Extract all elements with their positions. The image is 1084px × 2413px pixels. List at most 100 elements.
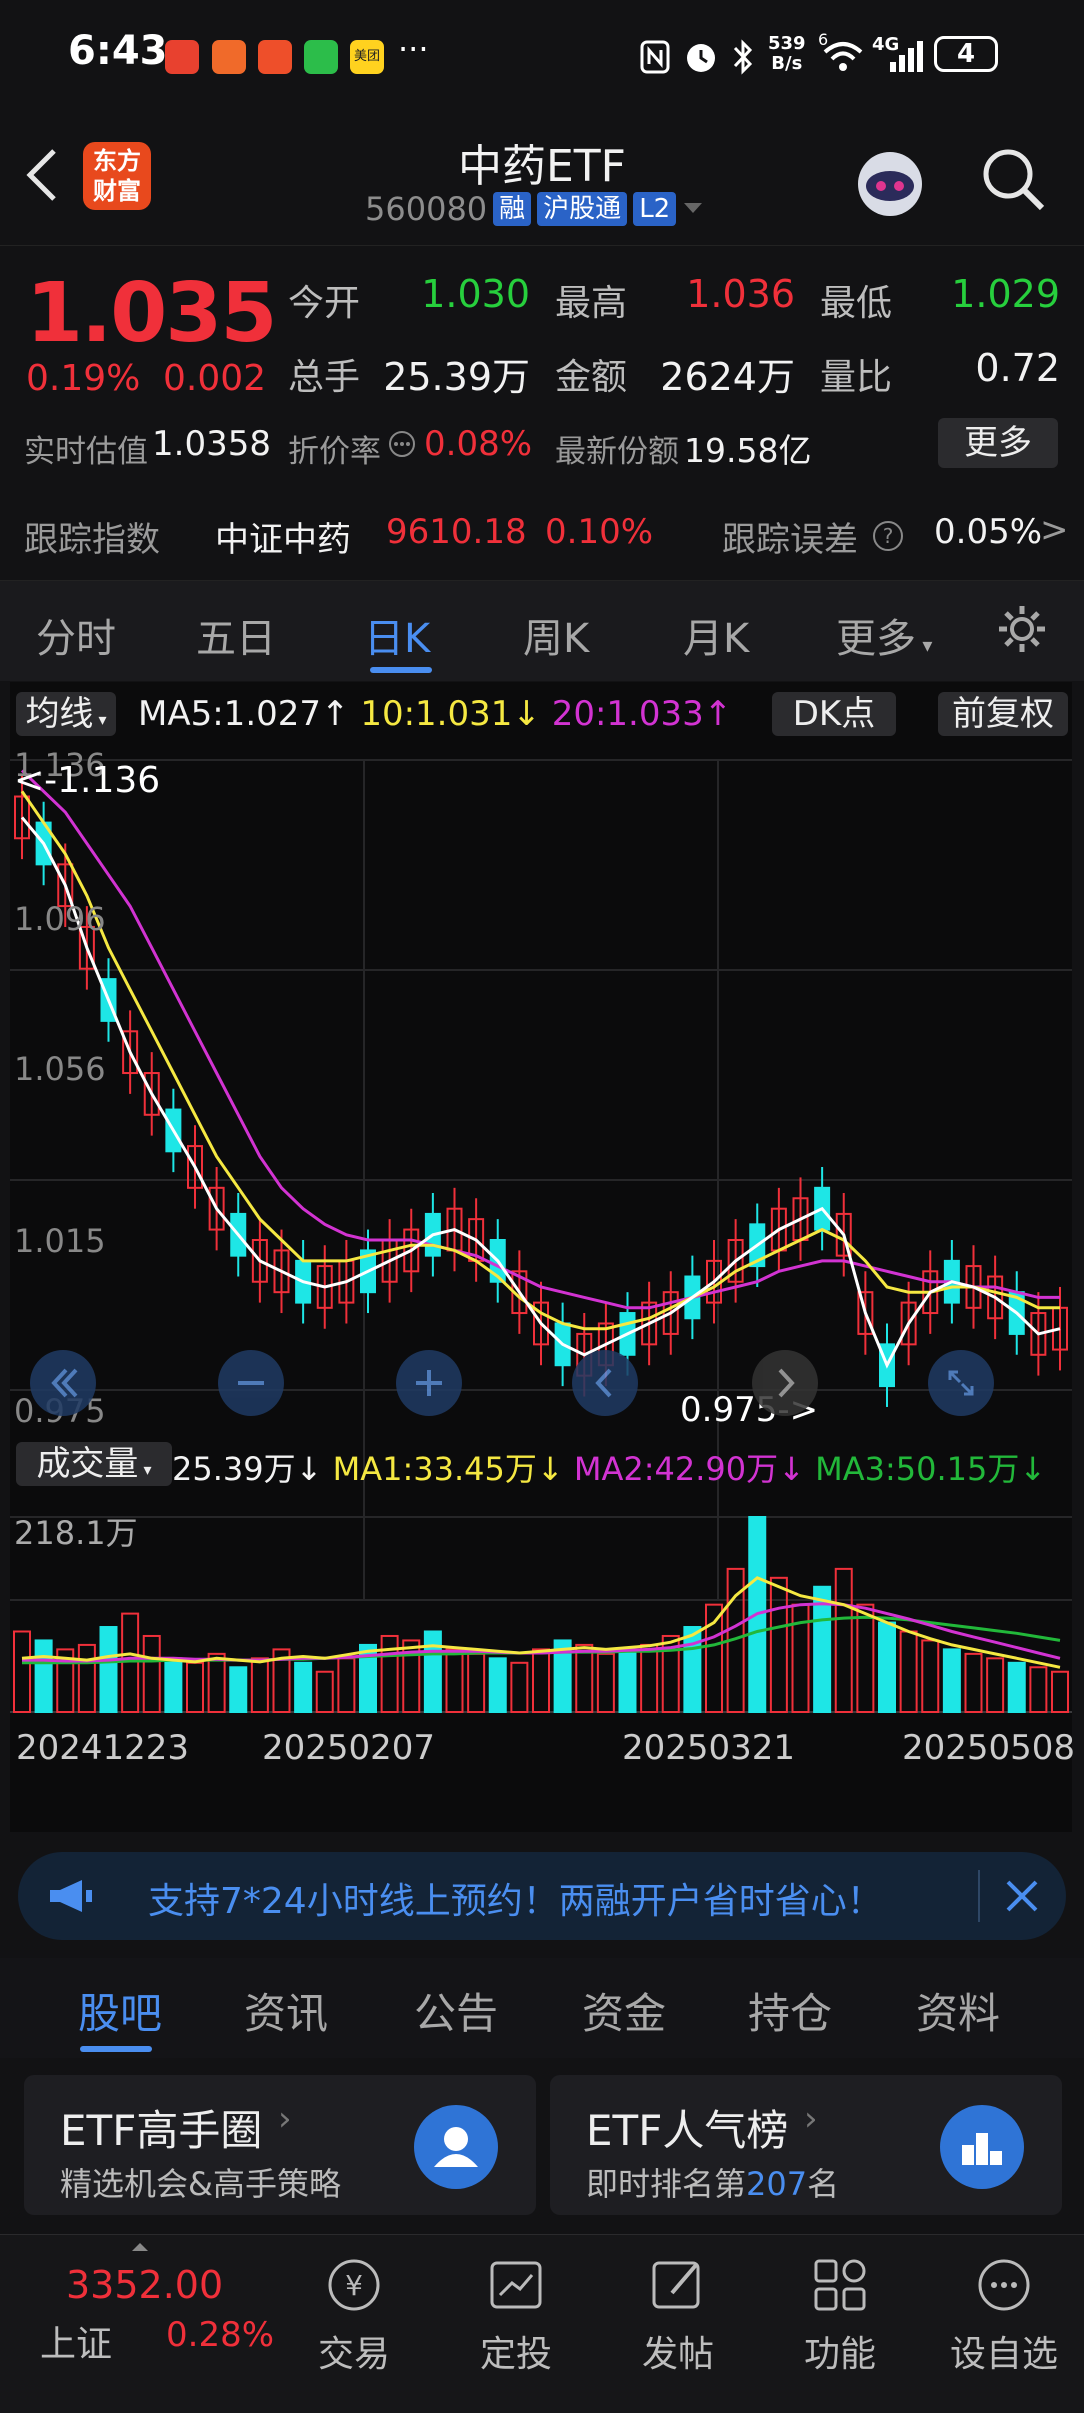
ma-selector[interactable]: 均线 ▾ bbox=[16, 692, 116, 736]
nav-add-watchlist[interactable]: 设自选 bbox=[944, 2253, 1064, 2377]
volume-plot[interactable] bbox=[10, 1497, 1072, 1722]
volume-bar bbox=[164, 1657, 183, 1713]
people-icon bbox=[414, 2105, 498, 2189]
volume-bar bbox=[142, 1634, 161, 1714]
scroll-right-button[interactable] bbox=[752, 1350, 818, 1416]
podium-icon bbox=[940, 2105, 1024, 2189]
volume-bar bbox=[683, 1626, 702, 1713]
volume-bar bbox=[532, 1648, 550, 1713]
etf-popularity-card[interactable]: ETF人气榜 › 即时排名第207名 bbox=[550, 2075, 1062, 2215]
tab-weekly-k[interactable]: 周K bbox=[523, 606, 589, 664]
tab-intraday[interactable]: 分时 bbox=[36, 606, 116, 664]
nav-fixed-invest[interactable]: 定投 bbox=[456, 2253, 576, 2377]
ma20-legend: 20:1.033 bbox=[551, 694, 704, 734]
volume-bar bbox=[596, 1652, 615, 1714]
tab-announcements[interactable]: 公告 bbox=[414, 1980, 498, 2041]
volume-bar bbox=[423, 1630, 442, 1713]
volume-bar bbox=[380, 1634, 399, 1714]
zoom-in-button[interactable] bbox=[396, 1350, 462, 1416]
volume-bar bbox=[294, 1661, 313, 1713]
tab-forum[interactable]: 股吧 bbox=[78, 1980, 162, 2041]
wechat-icon bbox=[304, 40, 338, 74]
nav-features[interactable]: 功能 bbox=[780, 2253, 900, 2377]
candlestick-plot[interactable] bbox=[10, 742, 1072, 1622]
active-tab-indicator bbox=[80, 2046, 152, 2052]
tab-profile[interactable]: 资料 bbox=[916, 1980, 1000, 2041]
kline-chart[interactable]: 均线 ▾ MA5:1.027↑ 10:1.031↓ 20:1.033↑ DK点 … bbox=[10, 682, 1075, 1832]
volume-bar bbox=[250, 1657, 269, 1713]
volume-value: 25.39万 bbox=[383, 355, 530, 399]
volume-bar bbox=[186, 1661, 204, 1713]
market-index-ticker[interactable]: 3352.00 上证 0.28% bbox=[0, 2235, 274, 2413]
volume-bar bbox=[834, 1567, 853, 1713]
tracking-index-name: 中证中药 bbox=[215, 520, 351, 560]
volume-bar bbox=[315, 1670, 334, 1714]
more-notifications-icon: ··· bbox=[398, 30, 429, 68]
tab-funds[interactable]: 资金 bbox=[582, 1980, 666, 2041]
premium-value: 0.08% bbox=[424, 424, 533, 464]
ma10-line bbox=[20, 790, 1060, 1331]
volume-bar bbox=[337, 1657, 356, 1713]
adjust-price-button[interactable]: 前复权 bbox=[938, 692, 1068, 736]
volume-bar bbox=[13, 1630, 31, 1713]
vol-ma3-line bbox=[22, 1615, 1061, 1665]
tab-monthly-k[interactable]: 月K bbox=[683, 606, 749, 664]
notification-app-icon bbox=[212, 40, 246, 74]
tab-news[interactable]: 资讯 bbox=[244, 1980, 328, 2041]
volume-bar bbox=[856, 1603, 875, 1713]
vol-ratio-value: 0.72 bbox=[975, 346, 1060, 390]
fullscreen-button[interactable] bbox=[928, 1350, 994, 1416]
volume-legend: 25.39万↓ MA1:33.45万↓ MA2:42.90万↓ MA3:50.1… bbox=[172, 1450, 1047, 1488]
volume-bar bbox=[575, 1643, 594, 1713]
settings-gear-icon[interactable] bbox=[996, 603, 1048, 655]
dk-point-button[interactable]: DK点 bbox=[772, 692, 896, 736]
max-price-marker: <-1.136 bbox=[14, 760, 161, 801]
vol-ma1: MA1:33.45万 bbox=[332, 1450, 537, 1488]
zoom-out-button[interactable] bbox=[218, 1350, 284, 1416]
shares-value: 19.58亿 bbox=[684, 431, 812, 470]
nav-trade[interactable]: ¥ 交易 bbox=[294, 2253, 414, 2377]
svg-text:¥: ¥ bbox=[345, 2269, 363, 2302]
open-value: 1.030 bbox=[421, 272, 530, 316]
price-tick: 1.096 bbox=[14, 900, 106, 938]
premium-label: 折价率 bbox=[288, 434, 381, 470]
nav-post[interactable]: 发帖 bbox=[618, 2253, 738, 2377]
date-axis: 20241223 20250207 20250321 20250508 bbox=[10, 1728, 1075, 1778]
megaphone-icon bbox=[50, 1880, 92, 1912]
volume-bar bbox=[769, 1576, 788, 1714]
tracking-row[interactable]: 跟踪指数 中证中药 9610.18 0.10% 跟踪误差 ? 0.05% > bbox=[0, 490, 1084, 580]
margin-tag: 融 bbox=[493, 192, 532, 226]
promo-banner[interactable]: 支持7*24小时线上预约！两融开户省时省心！ bbox=[18, 1852, 1066, 1940]
volume-bar bbox=[34, 1639, 53, 1713]
tab-more[interactable]: 更多 ▾ bbox=[836, 606, 932, 664]
scroll-left-fast-button[interactable] bbox=[30, 1350, 96, 1416]
amount-value: 2624万 bbox=[660, 355, 795, 399]
volume-bar bbox=[640, 1643, 659, 1713]
volume-indicator-selector[interactable]: 成交量 ▾ bbox=[16, 1442, 172, 1486]
help-icon[interactable]: ? bbox=[872, 520, 904, 552]
stock-code-row[interactable]: 560080 融 沪股通 L2 bbox=[365, 190, 704, 228]
search-icon[interactable] bbox=[980, 146, 1046, 212]
vol-ma2: MA2:42.90万 bbox=[573, 1450, 779, 1488]
edit-post-icon bbox=[652, 2261, 700, 2309]
volume-bar bbox=[618, 1648, 637, 1713]
tab-five-day[interactable]: 五日 bbox=[196, 606, 276, 664]
alarm-icon bbox=[687, 44, 715, 72]
volume-bar bbox=[986, 1657, 1005, 1713]
scroll-left-button[interactable] bbox=[572, 1350, 638, 1416]
tab-holdings[interactable]: 持仓 bbox=[748, 1980, 832, 2041]
dropdown-icon bbox=[684, 203, 703, 213]
close-icon[interactable] bbox=[1004, 1878, 1040, 1914]
bottom-nav: 3352.00 上证 0.28% ¥ 交易 定投 发帖 功能 设自选 bbox=[0, 2234, 1084, 2413]
nfc-icon bbox=[640, 40, 670, 74]
wifi-icon bbox=[823, 42, 863, 71]
more-button[interactable]: 更多 bbox=[938, 418, 1058, 468]
shares-label: 最新份额 bbox=[555, 434, 679, 470]
etf-expert-circle-card[interactable]: ETF高手圈 › 精选机会&高手策略 bbox=[24, 2075, 536, 2215]
tracking-index-pct: 0.10% bbox=[545, 512, 654, 552]
tab-daily-k[interactable]: 日K bbox=[364, 606, 430, 664]
robot-assistant-icon[interactable] bbox=[848, 140, 932, 224]
high-label: 最高 bbox=[555, 283, 628, 324]
info-icon[interactable] bbox=[388, 430, 416, 458]
volume-bar bbox=[964, 1652, 983, 1714]
